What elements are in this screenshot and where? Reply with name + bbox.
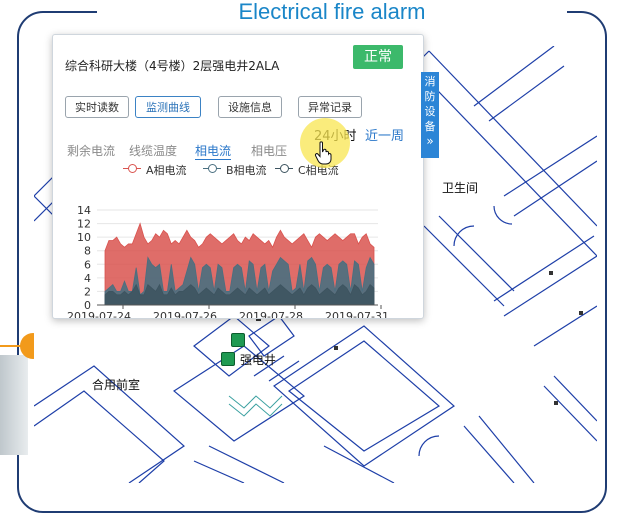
y-tick-label: 6 [84, 258, 91, 271]
legend-marker-b [208, 164, 217, 173]
y-tick-label: 2 [84, 285, 91, 298]
slide-title: Electrical fire alarm [97, 1, 567, 31]
device-marker-icon[interactable] [221, 352, 235, 366]
realtime-reading-button[interactable]: 实时读数 [65, 96, 129, 118]
device-popup: 综合科研大楼（4号楼）2层强电井2ALA 正常 实时读数 监测曲线 设施信息 异… [52, 34, 424, 319]
monitor-curve-button[interactable]: 监测曲线 [135, 96, 201, 118]
status-badge: 正常 [353, 45, 403, 69]
phase-current-chart: 024681012142019-07-2419:17:212019-07-261… [67, 204, 389, 318]
room-label-restroom: 卫生间 [442, 181, 479, 195]
y-tick-label: 12 [77, 218, 91, 231]
chart-series [104, 222, 375, 306]
abnormal-record-button[interactable]: 异常记录 [298, 96, 362, 118]
tab-cable-temperature[interactable]: 线缆温度 [129, 142, 177, 159]
tab-phase-current[interactable]: 相电流 [195, 142, 232, 160]
x-tick-date: 2019-07-26 [153, 310, 217, 318]
fire-equipment-tab[interactable]: 消防设备 » [421, 72, 439, 158]
y-tick-label: 8 [84, 245, 91, 258]
fire-equipment-label: 消防设备 [424, 75, 436, 133]
device-marker-icon[interactable] [231, 333, 245, 347]
x-tick-date: 2019-07-31 [325, 310, 389, 318]
legend-marker-a [128, 164, 137, 173]
hand-cursor-icon [314, 141, 332, 165]
facility-info-button[interactable]: 设施信息 [218, 96, 282, 118]
double-chevron-right-icon[interactable]: » [421, 134, 439, 149]
room-label-shaft: 强电井 [240, 353, 277, 367]
room-label-front: 合用前室 [92, 378, 141, 392]
y-tick-label: 14 [77, 204, 91, 217]
range-week[interactable]: 近一周 [365, 125, 404, 144]
y-tick-label: 4 [84, 272, 91, 285]
device-title: 综合科研大楼（4号楼）2层强电井2ALA [65, 59, 280, 73]
x-tick-date: 2019-07-28 [239, 310, 303, 318]
tab-residual-current[interactable]: 剩余电流 [67, 142, 115, 159]
x-tick-date: 2019-07-24 [67, 310, 131, 318]
y-tick-label: 10 [77, 231, 91, 244]
side-thumbnail [0, 355, 28, 455]
tab-phase-voltage[interactable]: 相电压 [251, 142, 287, 159]
legend-marker-c [280, 164, 289, 173]
